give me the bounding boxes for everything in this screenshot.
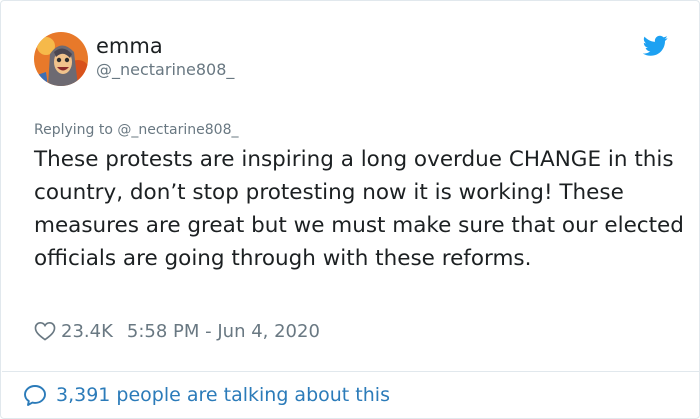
display-name[interactable]: emma	[96, 34, 163, 58]
divider	[2, 371, 700, 372]
tweet-meta: 23.4K 5:58 PM - Jun 4, 2020	[34, 319, 320, 343]
speech-bubble-icon	[24, 385, 46, 406]
tweet-card: emma @_nectarine808_ Replying to @_necta…	[0, 0, 700, 419]
conversation-link[interactable]: 3,391 people are talking about this	[23, 382, 390, 408]
timestamp[interactable]: 5:58 PM - Jun 4, 2020	[127, 321, 320, 342]
heart-icon[interactable]	[34, 321, 56, 341]
replying-to[interactable]: Replying to @_nectarine808_	[34, 121, 238, 139]
twitter-bird-icon[interactable]	[643, 35, 668, 57]
tweet-text: These protests are inspiring a long over…	[34, 147, 684, 271]
avatar[interactable]	[34, 32, 88, 86]
like-count[interactable]: 23.4K	[61, 321, 113, 342]
cartoon-avatar-icon	[34, 32, 88, 86]
user-handle[interactable]: @_nectarine808_	[96, 60, 234, 80]
conversation-text[interactable]: 3,391 people are talking about this	[56, 384, 390, 406]
